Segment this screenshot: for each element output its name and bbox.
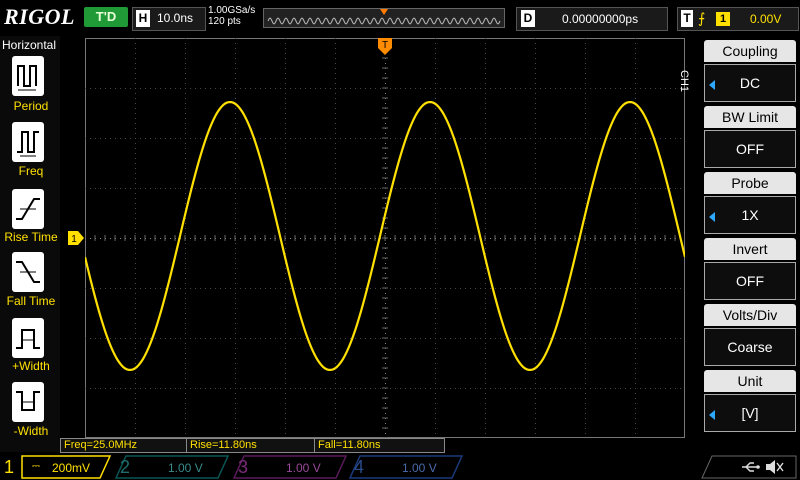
rise-time-icon — [16, 198, 40, 220]
ch1-offset-label: 1 — [71, 234, 77, 245]
fall-time-button[interactable] — [12, 252, 44, 292]
measurement-fall[interactable]: Fall=11.80ns — [314, 438, 445, 453]
delay-box[interactable]: D 0.00000000ps — [516, 7, 668, 31]
probe-title: Probe — [704, 172, 796, 194]
memory-position-bar[interactable] — [263, 8, 505, 28]
status-icons — [701, 455, 797, 479]
select-arrow-icon — [709, 80, 715, 90]
coupling-value: DC — [704, 64, 796, 102]
waveform-display[interactable] — [85, 38, 685, 438]
probe-softkey[interactable]: Probe 1X — [704, 172, 796, 234]
fall-time-label: Fall Time — [6, 294, 56, 308]
freq-label: Freq — [18, 164, 44, 178]
trigger-position-marker-icon[interactable]: T — [377, 38, 393, 56]
select-arrow-icon — [709, 410, 715, 420]
rise-time-label: Rise Time — [4, 230, 58, 244]
invert-softkey[interactable]: Invert OFF — [704, 238, 796, 300]
rising-edge-icon: ⨍ — [698, 10, 706, 26]
freq-button[interactable] — [12, 122, 44, 162]
pos-width-label: +Width — [12, 359, 50, 373]
timebase-key: H — [136, 10, 150, 27]
trigger-box[interactable]: T ⨍ 1 0.00V — [677, 7, 799, 31]
timebase-value: 10.0ns — [157, 11, 194, 25]
ch1-offset-marker-icon[interactable]: 1 — [68, 231, 84, 245]
neg-width-label: -Width — [13, 424, 49, 438]
ch2-scale: 1.00 V — [168, 461, 203, 475]
unit-value: [V] — [704, 394, 796, 432]
measurement-freq[interactable]: Freq=25.0MHz — [60, 438, 188, 453]
dc-coupling-icon: ⎓ — [32, 461, 40, 472]
probe-value: 1X — [704, 196, 796, 234]
sample-rate: 1.00GSa/s — [208, 5, 256, 16]
delay-key: D — [521, 10, 535, 27]
measurement-rise[interactable]: Rise=11.80ns — [186, 438, 315, 453]
channel-tab-label: CH1 — [678, 70, 690, 93]
coupling-title: Coupling — [704, 40, 796, 62]
pos-width-button[interactable] — [12, 318, 44, 358]
graticule — [85, 38, 685, 438]
memory-trigger-marker-icon — [380, 9, 388, 15]
ch4-number: 4 — [354, 457, 365, 477]
trigger-key: T — [681, 10, 693, 27]
pos-width-icon — [16, 329, 40, 349]
ch3-status[interactable]: 3 1.00 V — [232, 455, 348, 479]
freq-icon — [17, 131, 39, 157]
ch4-scale: 1.00 V — [402, 461, 437, 475]
period-label: Period — [13, 99, 49, 113]
coupling-softkey[interactable]: Coupling DC — [704, 40, 796, 102]
ch3-scale: 1.00 V — [286, 461, 321, 475]
fall-time-icon — [16, 261, 40, 283]
ch4-status[interactable]: 4 1.00 V — [348, 455, 464, 479]
unit-title: Unit — [704, 370, 796, 392]
brand-logo: RIGOL — [4, 4, 75, 29]
invert-title: Invert — [704, 238, 796, 260]
memory-waveform-preview — [267, 9, 501, 25]
ch2-status[interactable]: 2 1.00 V — [114, 455, 230, 479]
volts-div-title: Volts/Div — [704, 304, 796, 326]
delay-value: 0.00000000ps — [562, 12, 639, 26]
memory-depth: 120 pts — [208, 16, 241, 27]
bw-limit-softkey[interactable]: BW Limit OFF — [704, 106, 796, 168]
ch1-status[interactable]: 1 ⎓ 200mV — [0, 455, 112, 479]
unit-softkey[interactable]: Unit [V] — [704, 370, 796, 432]
run-status-badge[interactable]: T'D — [84, 7, 128, 27]
rise-time-button[interactable] — [12, 189, 44, 229]
select-arrow-icon — [709, 212, 715, 222]
bw-limit-title: BW Limit — [704, 106, 796, 128]
period-icon — [17, 65, 37, 91]
ch3-number: 3 — [238, 457, 249, 477]
volts-div-softkey[interactable]: Volts/Div Coarse — [704, 304, 796, 366]
trigger-source: 1 — [716, 12, 730, 26]
bw-limit-value: OFF — [704, 130, 796, 168]
ch1-number: 1 — [4, 457, 15, 477]
volts-div-value: Coarse — [704, 328, 796, 366]
ch2-number: 2 — [120, 457, 131, 477]
timebase-box[interactable]: H 10.0ns — [132, 7, 206, 31]
left-menu-title: Horizontal — [2, 38, 57, 52]
ch1-scale: 200mV — [52, 461, 91, 475]
trigger-level: 0.00V — [750, 12, 782, 26]
neg-width-button[interactable] — [12, 382, 44, 422]
trigger-position-label: T — [382, 40, 388, 51]
neg-width-icon — [16, 391, 40, 411]
acquisition-info: 1.00GSa/s 120 pts — [208, 5, 255, 27]
invert-value: OFF — [704, 262, 796, 300]
period-button[interactable] — [12, 56, 44, 96]
